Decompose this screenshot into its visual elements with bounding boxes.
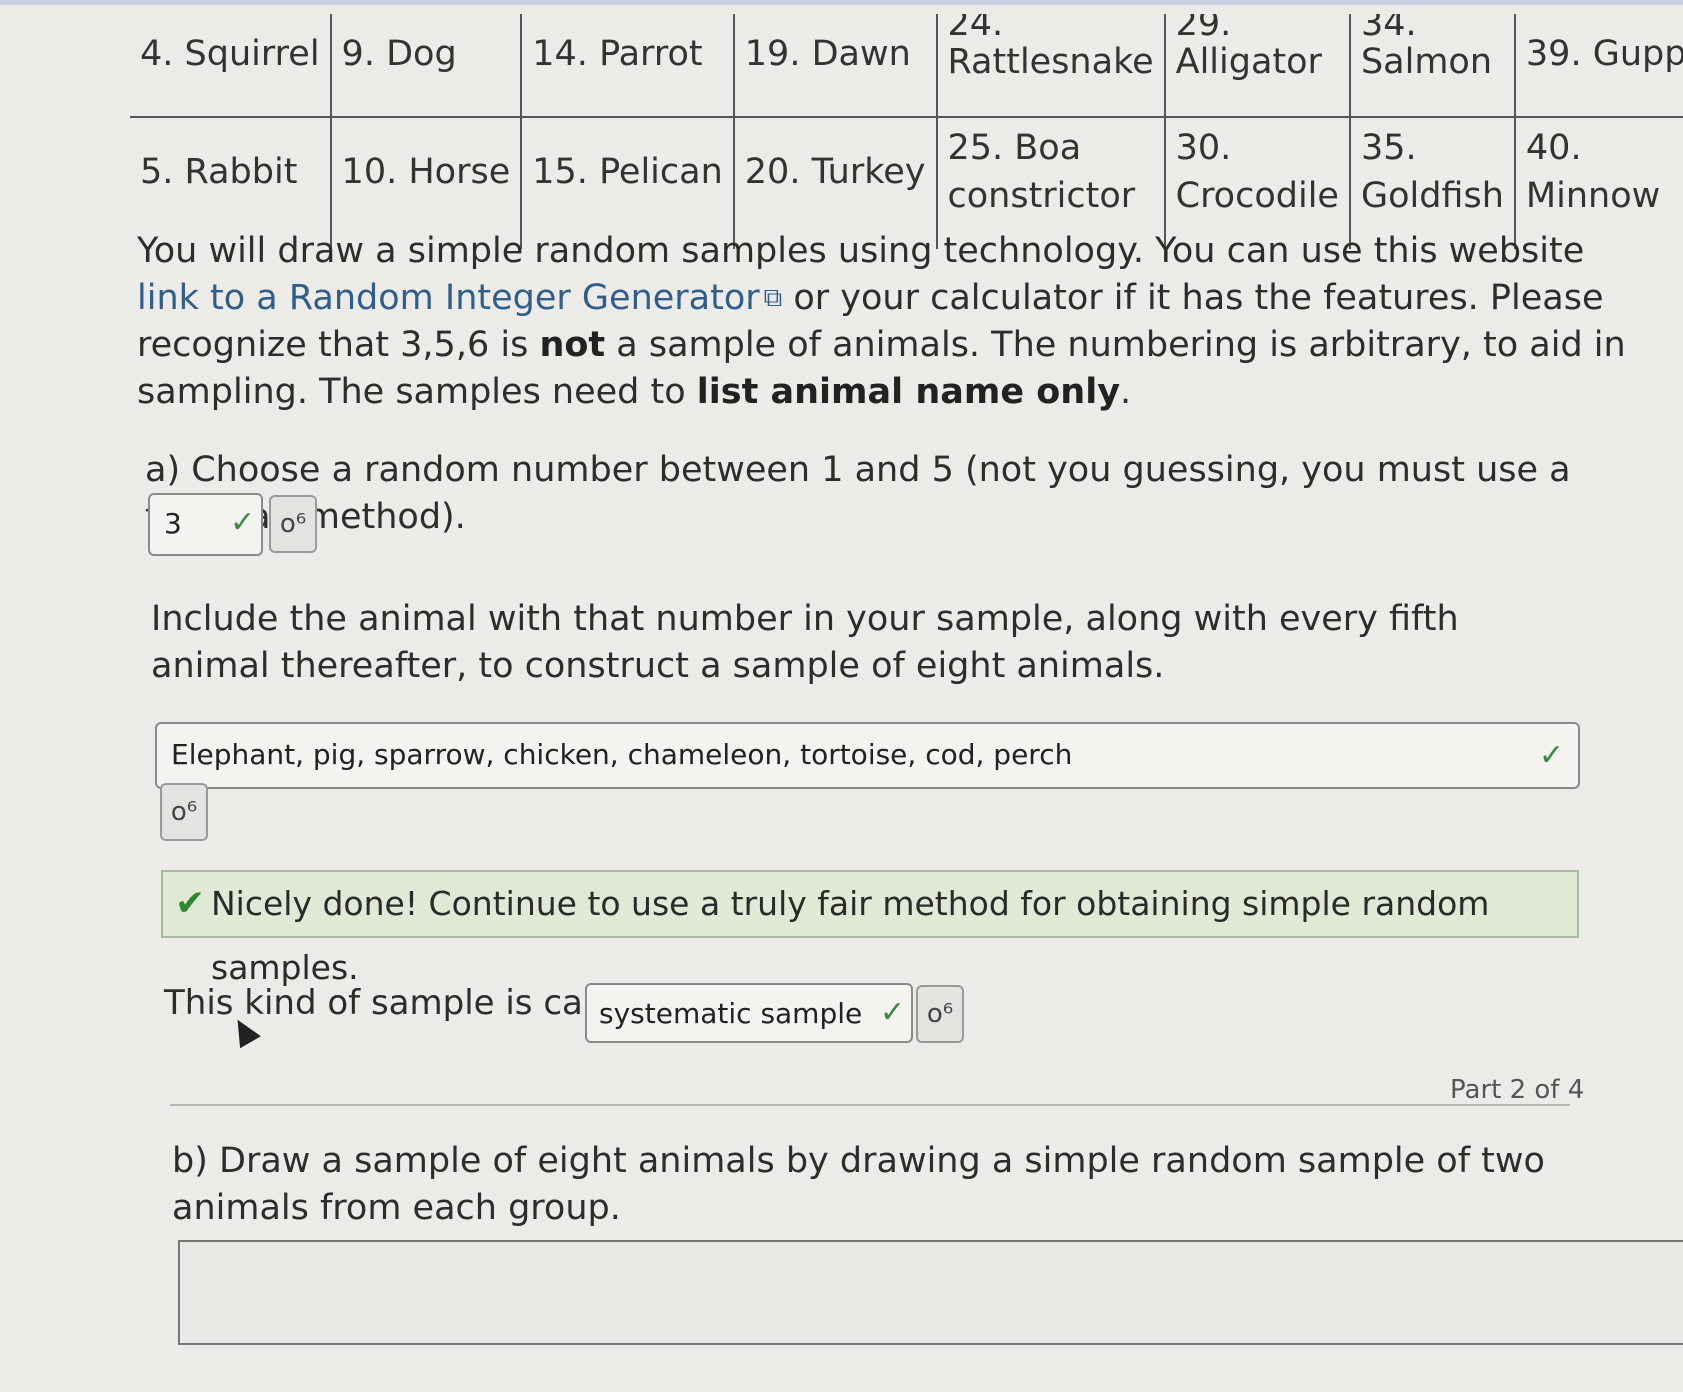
top-border [0, 0, 1683, 5]
answer-value: 3 [164, 507, 182, 540]
feedback-banner: ✔ Nicely done! Continue to use a truly f… [161, 870, 1579, 987]
random-number-input[interactable]: 3 ✓ [148, 493, 263, 556]
sample-kind-value: systematic sample [599, 997, 863, 1030]
section-divider [170, 1104, 1570, 1106]
key-button[interactable]: o⁶ [160, 783, 208, 841]
success-check-icon: ✔ [175, 883, 206, 924]
key-icon: o⁶ [926, 999, 954, 1029]
table-cell: 9. Dog [330, 14, 523, 118]
table-cell: 4. Squirrel [130, 14, 332, 118]
key-button[interactable]: o⁶ [269, 495, 317, 553]
answer-b-input[interactable] [178, 1240, 1683, 1345]
check-icon: ✓ [230, 505, 256, 540]
sample-value: Elephant, pig, sparrow, chicken, chamele… [171, 738, 1073, 771]
instruction-text: Include the animal with that number in y… [151, 599, 1459, 686]
table-row: 4. Squirrel 9. Dog 14. Parrot 19. Dawn 2… [130, 14, 1683, 118]
key-button[interactable]: o⁶ [916, 985, 964, 1043]
table-cell: 39. Guppy [1514, 14, 1683, 118]
question-b: b) Draw a sample of eight animals by dra… [172, 1141, 1545, 1228]
key-icon: o⁶ [279, 509, 307, 539]
key-icon: o⁶ [170, 797, 198, 827]
table-cell: 19. Dawn [733, 14, 938, 118]
table-cell: 29. Alligator [1164, 14, 1351, 118]
question-a: a) Choose a random number between 1 and … [145, 450, 1571, 537]
table-cell: 14. Parrot [521, 14, 735, 118]
table-cell: 34. Salmon [1349, 14, 1516, 118]
table-cell: 24. Rattlesnake [936, 14, 1166, 118]
random-generator-link[interactable]: link to a Random Integer Generator [137, 278, 760, 318]
feedback-text: Nicely done! Continue to use a truly fai… [211, 884, 1490, 987]
intro-paragraph: You will draw a simple random samples us… [137, 231, 1626, 412]
animal-table: 4. Squirrel 9. Dog 14. Parrot 19. Dawn 2… [130, 14, 1683, 249]
check-icon: ✓ [1538, 738, 1564, 773]
sample-input[interactable]: Elephant, pig, sparrow, chicken, chamele… [155, 722, 1580, 789]
check-icon: ✓ [879, 995, 905, 1030]
sample-kind-input[interactable]: systematic sample ✓ [585, 983, 913, 1043]
external-link-icon[interactable]: ⧉ [764, 275, 783, 322]
part-indicator: Part 2 of 4 [1450, 1075, 1585, 1105]
